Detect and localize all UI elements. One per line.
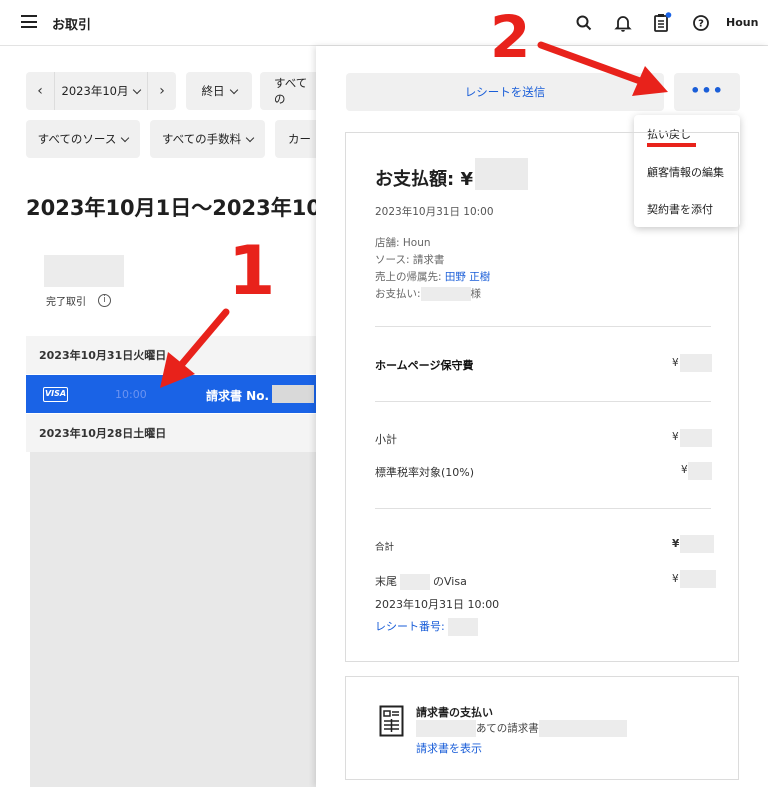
card-info: 末尾 のVisa <box>375 573 467 590</box>
user-name[interactable]: Houn <box>726 16 758 29</box>
view-invoice-link[interactable]: 請求書を表示 <box>416 740 482 756</box>
chevron-down-icon <box>245 133 255 142</box>
chevron-down-icon <box>133 85 142 94</box>
completed-amount-redacted <box>44 255 124 287</box>
payer-redacted <box>420 287 471 301</box>
divider <box>375 508 711 509</box>
subtotal-redacted <box>680 429 712 447</box>
recipient-redacted <box>416 720 476 737</box>
transaction-description: 請求書 No. <box>206 389 270 403</box>
annotation-number-1: 1 <box>228 232 276 311</box>
subtotal-label: 小計 <box>375 433 397 446</box>
payer-info: お支払い: 様 <box>375 286 481 301</box>
card-filter[interactable]: カー <box>275 120 316 158</box>
payment-date: 2023年10月31日 10:00 <box>375 598 500 611</box>
time-range-filter[interactable]: 終日 <box>186 72 252 110</box>
amount-redacted <box>475 158 528 190</box>
invoice-number-redacted <box>272 385 314 403</box>
visa-card-icon: VISA <box>43 387 68 402</box>
transaction-list-redacted <box>30 452 318 787</box>
bell-icon[interactable] <box>614 14 632 32</box>
receipt-number-label: レシート番号: <box>375 620 445 633</box>
assignee-link[interactable]: 田野 正樹 <box>445 271 490 283</box>
date-range-heading: 2023年10月1日〜2023年10, <box>26 196 329 220</box>
next-month-button[interactable]: › <box>148 72 176 110</box>
fee-filter-label: すべての手数料 <box>161 132 242 146</box>
payer-suffix: 様 <box>470 288 482 300</box>
card-prefix: 末尾 <box>375 575 397 588</box>
card-amount-redacted <box>680 570 716 588</box>
invoice-recipient: あての請求書 <box>416 720 627 737</box>
help-icon[interactable]: ? <box>692 14 710 32</box>
source-info: ソース: 請求書 <box>375 254 445 266</box>
source-filter[interactable]: すべてのソース <box>26 120 140 158</box>
all-filter-label: すべての <box>274 76 308 106</box>
transaction-time: 10:00 <box>115 388 147 401</box>
prev-month-button[interactable]: ‹ <box>26 72 54 110</box>
divider <box>375 401 711 402</box>
card-amount-yen: ¥ <box>672 573 679 585</box>
transaction-row-selected[interactable]: VISA 10:00 請求書 No. <box>26 375 316 413</box>
time-range-label: 終日 <box>201 84 225 98</box>
total-yen: ¥ <box>672 538 680 550</box>
month-select[interactable]: 2023年10月 <box>54 72 148 110</box>
assignee-label: 売上の帰属先: <box>375 271 445 283</box>
invoice-title: 請求書の支払い <box>416 706 493 719</box>
svg-text:?: ? <box>698 19 704 30</box>
completed-label: 完了取引 <box>46 297 86 308</box>
chevron-down-icon <box>121 133 130 142</box>
invoice-payment-card: 請求書の支払い あての請求書 請求書を表示 <box>345 676 739 780</box>
annotation-number-2: 2 <box>490 3 531 71</box>
date-group-header: 2023年10月31日火曜日 <box>26 336 316 374</box>
receipt-number[interactable]: レシート番号: <box>375 618 478 636</box>
total-redacted <box>680 535 714 553</box>
search-icon[interactable] <box>575 14 593 32</box>
total-label: 合計 <box>375 542 395 553</box>
line-item-name: ホームページ保守費 <box>375 359 474 372</box>
payment-amount-label: お支払額: ¥ <box>375 169 473 190</box>
store-info: 店舗: Houn <box>375 237 431 249</box>
payment-datetime: 2023年10月31日 10:00 <box>375 206 494 218</box>
clipboard-icon[interactable] <box>652 12 672 34</box>
card-digits-redacted <box>400 574 430 590</box>
fee-filter[interactable]: すべての手数料 <box>150 120 265 158</box>
invoice-number-redacted <box>538 720 627 737</box>
info-icon[interactable]: i <box>98 294 111 307</box>
line-item-yen: ¥ <box>672 357 679 369</box>
tax-redacted <box>688 462 712 480</box>
month-label: 2023年10月 <box>61 84 129 98</box>
menu-icon[interactable] <box>21 15 37 28</box>
source-filter-label: すべてのソース <box>37 132 117 146</box>
top-bar: お取引 ? Houn <box>0 0 768 46</box>
send-receipt-button[interactable]: レシートを送信 <box>346 73 664 111</box>
date-group-header: 2023年10月28日土曜日 <box>26 414 316 452</box>
more-options-button[interactable]: ••• <box>674 73 740 111</box>
all-filter[interactable]: すべての <box>260 72 316 110</box>
tax-yen: ¥ <box>681 464 688 476</box>
page-title: お取引 <box>52 18 92 33</box>
card-suffix: のVisa <box>433 575 467 588</box>
card-filter-label: カー <box>288 132 311 146</box>
receipt-card: お支払額: ¥ 2023年10月31日 10:00 店舗: Houn ソース: … <box>345 132 739 662</box>
assignee-info: 売上の帰属先: 田野 正樹 <box>375 269 490 284</box>
subtotal-yen: ¥ <box>672 431 679 443</box>
invoice-addressed-label: あての請求書 <box>476 722 539 735</box>
chevron-down-icon <box>229 85 238 94</box>
divider <box>375 326 711 327</box>
line-item-amount-redacted <box>680 354 712 372</box>
tax-label: 標準税率対象(10%) <box>375 466 475 479</box>
month-navigator: ‹ 2023年10月 › <box>26 72 176 110</box>
transaction-detail-panel: レシートを送信 ••• 払い戻し 顧客情報の編集 契約書を添付 お支払額: ¥ … <box>316 46 768 787</box>
receipt-number-redacted <box>447 618 478 636</box>
payer-label: お支払い: <box>375 288 421 300</box>
completed-transactions: 完了取引 i <box>46 293 111 308</box>
invoice-document-icon <box>379 705 404 737</box>
